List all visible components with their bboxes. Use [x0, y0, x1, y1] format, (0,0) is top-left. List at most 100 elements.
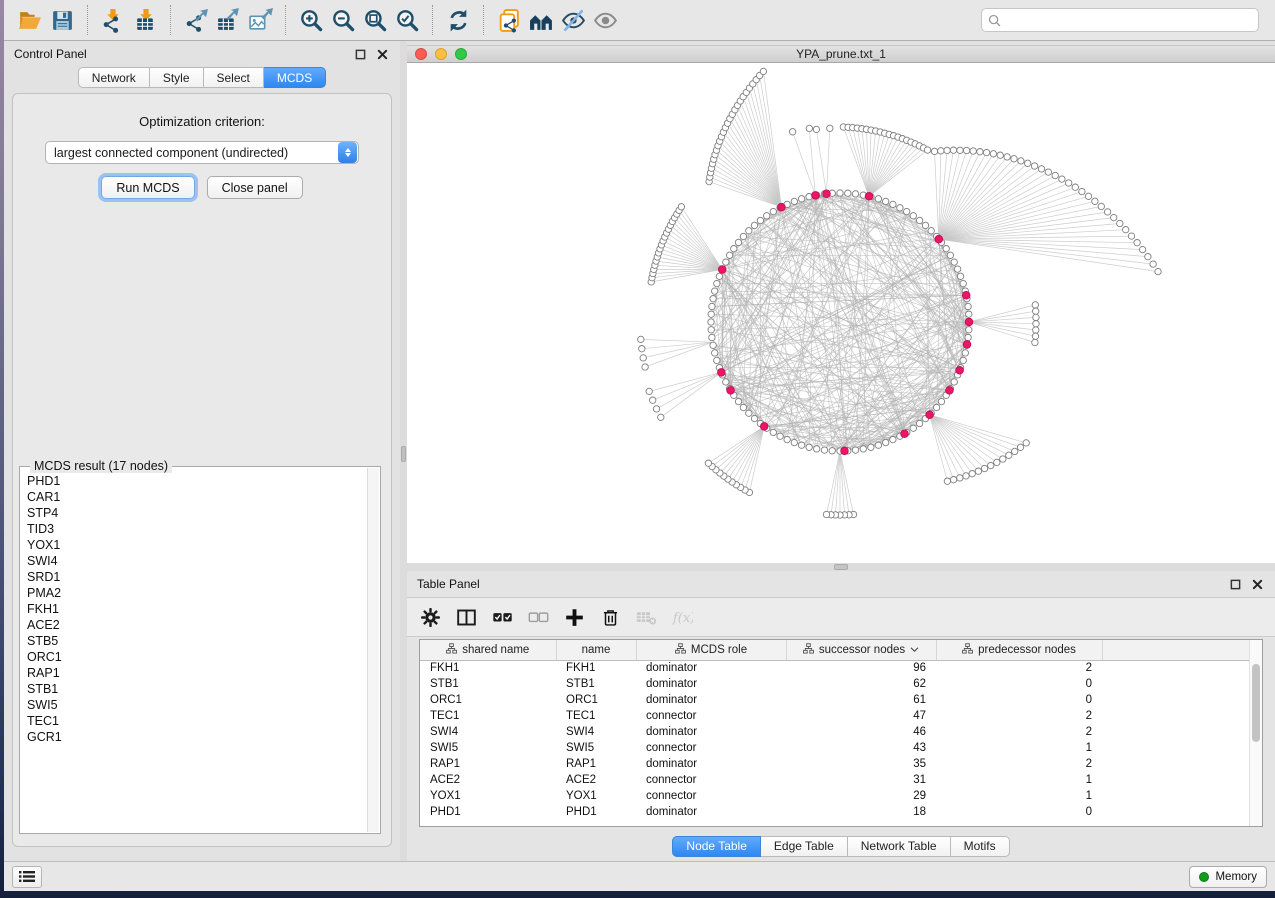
hide-selected-button[interactable]	[557, 4, 589, 36]
cell-shared-name[interactable]: ACE2	[420, 772, 556, 788]
export-image-button[interactable]	[244, 4, 276, 36]
cell-mcds-role[interactable]: dominator	[636, 756, 786, 772]
refresh-button[interactable]	[442, 4, 474, 36]
cell-predecessor-nodes[interactable]: 1	[936, 788, 1102, 804]
cell-successor-nodes[interactable]: 35	[786, 756, 936, 772]
cell-name[interactable]: STB1	[556, 676, 636, 692]
export-table-button[interactable]	[212, 4, 244, 36]
cell-name[interactable]: FKH1	[556, 660, 636, 676]
export-network-button[interactable]	[180, 4, 212, 36]
task-history-button[interactable]	[12, 866, 42, 888]
table-row[interactable]: RAP1RAP1dominator352	[420, 756, 1249, 772]
cell-successor-nodes[interactable]: 61	[786, 692, 936, 708]
cell-shared-name[interactable]: PHD1	[420, 804, 556, 820]
mcds-node-item[interactable]: GCR1	[27, 729, 367, 745]
cell-successor-nodes[interactable]: 62	[786, 676, 936, 692]
mcds-node-item[interactable]: STP4	[27, 505, 367, 521]
horizontal-splitter[interactable]	[407, 563, 1275, 571]
close-panel-button[interactable]: Close panel	[207, 176, 303, 199]
cell-name[interactable]: ACE2	[556, 772, 636, 788]
mcds-node-item[interactable]: RAP1	[27, 665, 367, 681]
tab-motifs[interactable]: Motifs	[951, 836, 1010, 857]
table-row[interactable]: SWI4SWI4dominator462	[420, 724, 1249, 740]
column-header-name[interactable]: name	[556, 640, 636, 660]
cell-predecessor-nodes[interactable]: 1	[936, 740, 1102, 756]
cell-successor-nodes[interactable]: 31	[786, 772, 936, 788]
mcds-node-item[interactable]: SWI4	[27, 553, 367, 569]
table-row[interactable]: ORC1ORC1dominator610	[420, 692, 1249, 708]
node-table-grid[interactable]: shared namenameMCDS rolesuccessor nodesp…	[420, 640, 1249, 820]
import-network-button[interactable]	[97, 4, 129, 36]
open-file-button[interactable]	[14, 4, 46, 36]
mcds-node-item[interactable]: PHD1	[27, 473, 367, 489]
vertical-splitter-handle[interactable]	[401, 446, 406, 462]
table-row[interactable]: TEC1TEC1connector472	[420, 708, 1249, 724]
mcds-node-item[interactable]: ACE2	[27, 617, 367, 633]
table-row[interactable]: SWI5SWI5connector431	[420, 740, 1249, 756]
cell-shared-name[interactable]: STB1	[420, 676, 556, 692]
close-table-panel-icon[interactable]	[1249, 576, 1265, 592]
cell-predecessor-nodes[interactable]: 2	[936, 708, 1102, 724]
cell-mcds-role[interactable]: dominator	[636, 724, 786, 740]
zoom-out-button[interactable]	[327, 4, 359, 36]
mcds-node-item[interactable]: PMA2	[27, 585, 367, 601]
table-row[interactable]: ACE2ACE2connector311	[420, 772, 1249, 788]
cell-name[interactable]: SWI4	[556, 724, 636, 740]
column-header-predecessor-nodes[interactable]: predecessor nodes	[936, 640, 1102, 660]
create-column-button[interactable]	[561, 604, 587, 630]
tab-node-table[interactable]: Node Table	[672, 836, 761, 857]
cell-name[interactable]: SWI5	[556, 740, 636, 756]
new-network-from-selection-button[interactable]	[493, 4, 525, 36]
deselect-all-rows-button[interactable]	[525, 604, 551, 630]
column-header-successor-nodes[interactable]: successor nodes	[786, 640, 936, 660]
run-mcds-button[interactable]: Run MCDS	[101, 176, 194, 199]
cell-successor-nodes[interactable]: 96	[786, 660, 936, 676]
delete-columns-button[interactable]	[597, 604, 623, 630]
horizontal-splitter-handle[interactable]	[834, 564, 848, 570]
zoom-selected-button[interactable]	[391, 4, 423, 36]
float-panel-icon[interactable]	[352, 46, 368, 62]
cell-mcds-role[interactable]: dominator	[636, 804, 786, 820]
cell-successor-nodes[interactable]: 18	[786, 804, 936, 820]
network-graph[interactable]: .edge{stroke:#b3b3b3;stroke-width:0.7;op…	[407, 63, 1275, 563]
mcds-node-item[interactable]: YOX1	[27, 537, 367, 553]
cell-name[interactable]: PHD1	[556, 804, 636, 820]
criterion-dropdown[interactable]: largest connected component (undirected)	[45, 141, 359, 164]
mcds-node-item[interactable]: TEC1	[27, 713, 367, 729]
cell-mcds-role[interactable]: dominator	[636, 692, 786, 708]
search-field[interactable]	[981, 8, 1259, 32]
mcds-node-item[interactable]: TID3	[27, 521, 367, 537]
import-table-button[interactable]	[129, 4, 161, 36]
cell-predecessor-nodes[interactable]: 2	[936, 756, 1102, 772]
mcds-list-scrollbar[interactable]	[367, 468, 379, 832]
mcds-result-list[interactable]: PHD1CAR1STP4TID3YOX1SWI4SRD1PMA2FKH1ACE2…	[21, 468, 367, 832]
cell-shared-name[interactable]: ORC1	[420, 692, 556, 708]
select-all-rows-button[interactable]	[489, 604, 515, 630]
cell-mcds-role[interactable]: connector	[636, 708, 786, 724]
cell-shared-name[interactable]: SWI5	[420, 740, 556, 756]
cell-successor-nodes[interactable]: 43	[786, 740, 936, 756]
column-header-shared-name[interactable]: shared name	[420, 640, 556, 660]
network-canvas[interactable]: .edge{stroke:#b3b3b3;stroke-width:0.7;op…	[407, 63, 1275, 563]
table-scrollbar[interactable]	[1249, 640, 1262, 826]
cell-mcds-role[interactable]: dominator	[636, 676, 786, 692]
table-scrollbar-thumb[interactable]	[1252, 664, 1260, 742]
cell-mcds-role[interactable]: dominator	[636, 660, 786, 676]
table-row[interactable]: PHD1PHD1dominator180	[420, 804, 1249, 820]
float-table-panel-icon[interactable]	[1227, 576, 1243, 592]
cell-successor-nodes[interactable]: 46	[786, 724, 936, 740]
tab-mcds[interactable]: MCDS	[264, 67, 326, 88]
mcds-node-item[interactable]: CAR1	[27, 489, 367, 505]
mcds-node-item[interactable]: STB5	[27, 633, 367, 649]
cell-name[interactable]: TEC1	[556, 708, 636, 724]
mcds-node-item[interactable]: STB1	[27, 681, 367, 697]
cell-successor-nodes[interactable]: 29	[786, 788, 936, 804]
zoom-fit-button[interactable]	[359, 4, 391, 36]
cell-shared-name[interactable]: YOX1	[420, 788, 556, 804]
column-header-mcds-role[interactable]: MCDS role	[636, 640, 786, 660]
cell-name[interactable]: RAP1	[556, 756, 636, 772]
tab-select[interactable]: Select	[204, 67, 264, 88]
close-panel-icon[interactable]	[374, 46, 390, 62]
cell-predecessor-nodes[interactable]: 0	[936, 804, 1102, 820]
cell-shared-name[interactable]: RAP1	[420, 756, 556, 772]
